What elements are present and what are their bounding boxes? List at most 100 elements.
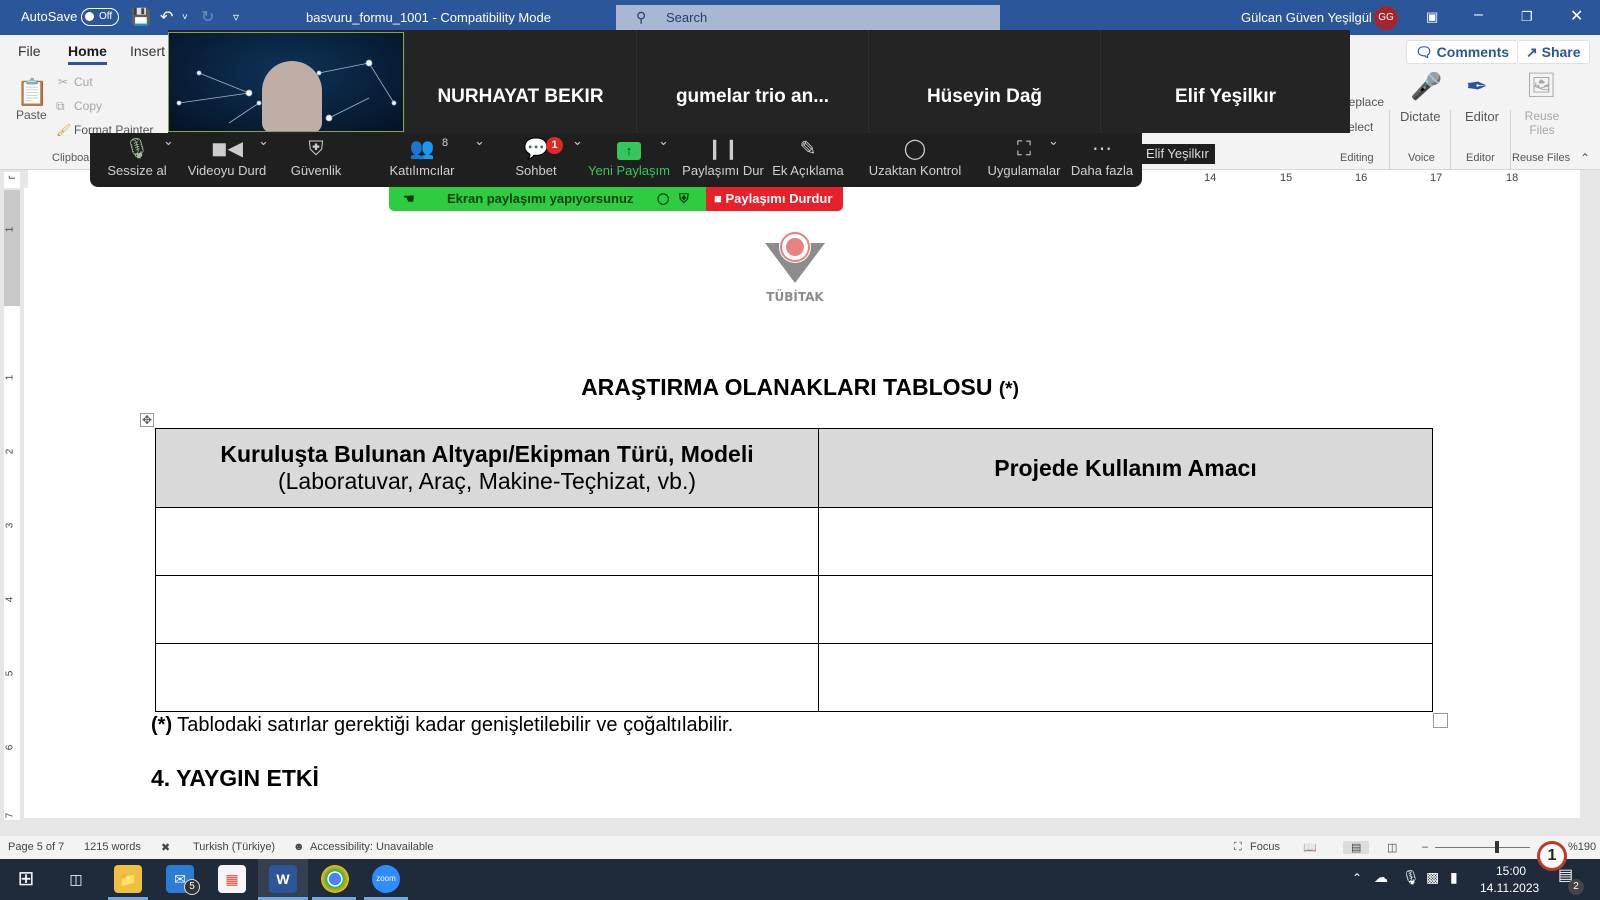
reuse-files-button[interactable]: Reuse Files [1522,109,1562,137]
more-button[interactable]: ⋯ Daha fazla [1070,133,1134,187]
participant-tile[interactable]: Hüseyin Dağ [868,30,1100,133]
ribbon-display-icon[interactable]: ▣ [1426,9,1438,25]
security-button[interactable]: ⛨ Güvenlik [286,133,346,187]
read-mode-icon[interactable]: 📖 [1303,841,1317,854]
word-icon[interactable]: W [269,865,297,893]
paste-icon[interactable]: 📋 [16,77,48,108]
stop-sharing-button[interactable]: ■ Paylaşımı Durdur [706,187,843,211]
self-video-thumbnail[interactable] [168,32,404,132]
close-icon[interactable]: ✕ [1570,6,1583,26]
table-cell[interactable] [155,507,819,576]
microphone-icon: 🎙 [124,138,150,160]
screen-share-tray-icon[interactable]: ▩ [1426,869,1439,886]
stop-video-button[interactable]: ◼◀ Videoyu Durd [186,133,268,187]
store-icon[interactable]: ▦ [218,865,246,893]
table-cell[interactable] [818,507,1433,576]
restore-icon[interactable]: ❐ [1521,9,1533,25]
status-bar: Page 5 of 7 1215 words ✖ Turkish (Türkiy… [0,836,1600,859]
remote-control-button[interactable]: ◯ Uzaktan Kontrol [868,133,962,187]
undo-icon[interactable]: ↶ [160,7,173,27]
document-title[interactable]: basvuru_formu_1001 - Compatibility Mode [306,10,551,25]
onedrive-icon[interactable]: ☁ [1374,869,1388,886]
table-header-equipment[interactable]: Kuruluşta Bulunan Altyapı/Ekipman Türü, … [155,428,819,508]
clock-date[interactable]: 14.11.2023 [1480,881,1539,895]
zoom-level[interactable]: %190 [1568,841,1596,853]
search-box[interactable]: ⚲ Search [616,5,1000,30]
tab-selector[interactable]: ⌙ [4,172,20,188]
annotate-button[interactable]: ✎ Ek Açıklama [772,133,844,187]
clock-time[interactable]: 15:00 [1496,864,1526,878]
dictate-button[interactable]: Dictate [1400,109,1440,124]
cut-button[interactable]: Cut [74,75,93,89]
vertical-ruler[interactable]: 1 1 2 3 4 5 6 7 [4,190,20,820]
chevron-down-icon[interactable]: ⌄ [258,133,269,187]
proofing-icon[interactable]: ✖ [161,841,170,854]
accessibility-status[interactable]: Accessibility: Unavailable [310,841,434,853]
zoom-app-icon[interactable]: zoom [372,865,400,893]
file-explorer-icon[interactable]: 📁 [114,865,142,893]
copy-icon[interactable]: ⧉ [56,99,65,114]
table-row [155,643,1433,712]
zoom-slider[interactable] [1435,847,1530,848]
print-layout-icon[interactable]: ▤ [1343,841,1370,854]
battery-icon[interactable]: ▮ [1450,869,1458,886]
tab-file[interactable]: File [18,43,41,59]
customize-qat-icon[interactable]: ▿ [233,10,239,24]
chevron-down-icon[interactable]: ⌄ [474,133,485,187]
redo-icon[interactable]: ↻ [201,7,214,27]
chevron-down-icon[interactable]: ⌄ [1048,133,1059,187]
tab-insert[interactable]: Insert [130,43,165,59]
reuse-files-icon[interactable]: 🖼 [1526,71,1556,100]
comments-button[interactable]: 🗨 Comments [1406,40,1519,64]
microphone-icon[interactable]: 🎤 [1410,71,1442,102]
windows-start-icon[interactable]: ⊞ [12,865,40,893]
table-resize-handle[interactable] [1433,713,1448,728]
participant-tile[interactable]: NURHAYAT BEKIR [404,30,636,133]
chevron-down-icon[interactable]: ⌄ [163,133,174,187]
editor-pen-icon[interactable]: ✒ [1466,71,1488,102]
paste-button[interactable]: Paste [16,108,47,122]
avatar[interactable]: GG [1374,6,1398,30]
table-cell[interactable] [818,643,1433,712]
user-name: Gülcan Güven Yeşilgül [1241,10,1372,25]
table-header-purpose[interactable]: Projede Kullanım Amacı [818,428,1433,508]
autosave-toggle[interactable]: Off [81,8,119,26]
web-layout-icon[interactable]: ◫ [1387,841,1397,854]
pin-icon[interactable]: ☚ [403,187,415,211]
voice-group-label: Voice [1408,152,1435,164]
screen-sharing-banner[interactable]: ☚ Ekran paylaşımı yapıyorsunuz ◯ ⛨ [389,187,706,211]
chrome-icon[interactable] [321,865,349,893]
collapse-ribbon-icon[interactable]: ⌃ [1580,151,1590,165]
zoom-slider-thumb[interactable] [1495,841,1499,853]
format-painter-icon[interactable]: 🖌 [56,123,71,137]
copy-button[interactable]: Copy [74,99,102,113]
chevron-down-icon[interactable]: ⌄ [658,133,669,187]
mute-button[interactable]: 🎙 Sessize al [106,133,168,187]
zoom-out-icon[interactable]: – [1422,841,1428,853]
share-button[interactable]: ↗ Share [1517,40,1590,64]
table-move-handle[interactable]: ✥ [140,413,154,427]
focus-button[interactable]: Focus [1250,841,1280,853]
cut-icon[interactable]: ✂ [58,75,68,89]
participant-tile[interactable]: gumelar trio an... [636,30,868,133]
editor-button[interactable]: Editor [1465,109,1499,124]
table-row [155,575,1433,644]
save-icon[interactable]: 💾 [131,7,151,27]
table-cell[interactable] [818,575,1433,644]
table-cell[interactable] [155,643,819,712]
tab-home[interactable]: Home [68,43,107,65]
pause-share-button[interactable]: ❙❙ Paylaşımı Dur [682,133,764,187]
chevron-down-icon[interactable]: ⌄ [572,133,583,187]
show-hidden-icons[interactable]: ⌃ [1352,871,1362,885]
word-count[interactable]: 1215 words [84,841,141,853]
participant-tile[interactable]: Elif Yeşilkır [1100,30,1350,133]
minimize-icon[interactable]: – [1474,6,1483,24]
undo-dropdown-icon[interactable]: ˅ [182,12,188,23]
page-count[interactable]: Page 5 of 7 [8,841,64,853]
table-cell[interactable] [155,575,819,644]
notification-count: 2 [1568,879,1584,895]
microphone-tray-icon[interactable]: 🎙 [1402,869,1420,886]
research-facilities-table: Kuruluşta Bulunan Altyapı/Ekipman Türü, … [155,428,1433,712]
language-indicator[interactable]: Turkish (Türkiye) [193,841,275,853]
task-view-icon[interactable]: ◫ [62,865,90,893]
